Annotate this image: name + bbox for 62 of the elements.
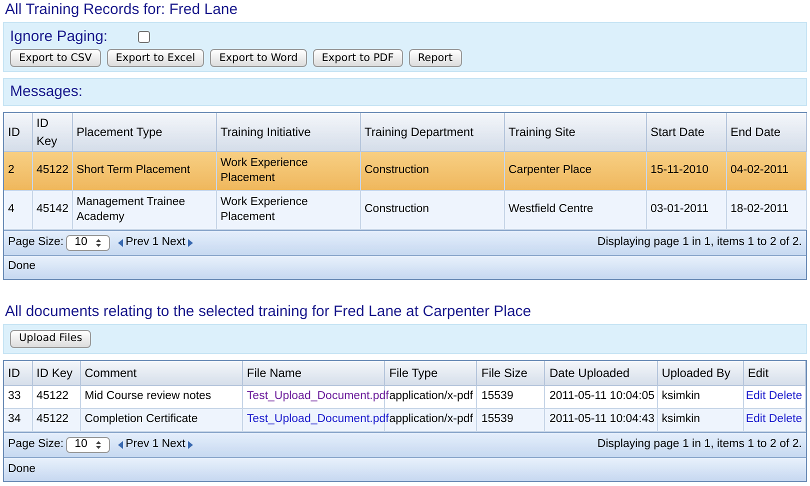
ignore-paging-checkbox[interactable] [138, 31, 150, 43]
table-row[interactable]: 2 45122 Short Term Placement Work Experience Placement Construction Carpenter Place 15-11-2010 04-02-2011 [4, 151, 806, 190]
status-text: Done [8, 462, 36, 477]
export-button[interactable]: Export to Excel [106, 49, 204, 67]
left-triangle-icon [118, 238, 123, 246]
page-size-label: Page Size: [8, 234, 64, 250]
table-cell: Westfield Centre [504, 190, 646, 229]
file-link[interactable]: Test_Upload_Document.pdf [246, 413, 389, 426]
column-header[interactable]: End Date [726, 113, 806, 151]
edit-link[interactable]: Edit [746, 390, 766, 402]
page-size-select[interactable]: 10 [66, 234, 110, 250]
export-button[interactable]: Export to PDF [312, 49, 403, 67]
page-size-select[interactable]: 10 [66, 437, 110, 453]
delete-link[interactable]: Delete [768, 413, 802, 426]
right-triangle-icon [188, 441, 194, 449]
section-title: All documents relating to the selected training for Fred Lane at Carpenter Place [4, 302, 532, 322]
table-cell: Carpenter Place [504, 151, 646, 190]
page-size-label: Page Size: [8, 437, 64, 452]
next-link[interactable]: Next [162, 436, 186, 454]
table-cell: Construction [360, 151, 504, 190]
page-number: 1 [152, 437, 159, 452]
column-header[interactable]: Placement Type [72, 113, 216, 151]
table-cell: 45142 [32, 190, 72, 229]
export-button[interactable]: Export to Word [210, 49, 307, 67]
page-number: 1 [152, 234, 159, 250]
table-cell: Work Experience Placement [216, 190, 360, 229]
delete-link[interactable]: Delete [768, 390, 802, 402]
table-cell: 15-11-2010 [646, 151, 726, 190]
prev-link[interactable]: Prev [126, 234, 150, 252]
column-header[interactable]: ID [4, 113, 32, 151]
edit-link[interactable]: Edit [746, 413, 766, 426]
messages-label: Messages: [10, 82, 83, 102]
column-header[interactable]: Training Initiative [216, 113, 360, 151]
upload-files-button[interactable]: Upload Files [10, 330, 92, 348]
table-cell: Short Term Placement [72, 151, 216, 190]
page-title: All Training Records for: Fred Lane [4, 0, 239, 20]
paging-info: Displaying page 1 in 1, items 1 to 2 of 2. [597, 234, 802, 250]
column-header[interactable]: Training Department [360, 113, 504, 151]
table-cell: Construction [360, 190, 504, 229]
table-cell: Management Trainee Academy [72, 190, 216, 229]
table-cell: Work Experience Placement [216, 151, 360, 190]
status-text: Done [8, 259, 36, 274]
paging-info: Displaying page 1 in 1, items 1 to 2 of 2. [597, 437, 802, 452]
column-header[interactable]: Training Site [504, 113, 646, 151]
table-cell: 45122 [32, 151, 72, 190]
stepper-icon [96, 238, 101, 246]
table-cell: 4 [4, 190, 32, 229]
column-header[interactable]: Start Date [646, 113, 726, 151]
table-cell: 18-02-2011 [726, 190, 806, 229]
ignore-paging-label: Ignore Paging: [10, 26, 108, 47]
stepper-icon [96, 441, 101, 449]
prev-link[interactable]: Prev [126, 436, 150, 454]
file-link[interactable]: Test_Upload_Document.pdf [246, 390, 389, 402]
export-button[interactable]: Export to CSV [10, 49, 101, 67]
next-link[interactable]: Next [162, 234, 186, 252]
right-triangle-icon [188, 238, 194, 246]
column-header[interactable]: ID Key [32, 113, 72, 151]
table-cell: 03-01-2011 [646, 190, 726, 229]
left-triangle-icon [118, 441, 123, 449]
export-button[interactable]: Report [408, 49, 462, 67]
table-cell: 2 [4, 151, 32, 190]
table-cell: 04-02-2011 [726, 151, 806, 190]
